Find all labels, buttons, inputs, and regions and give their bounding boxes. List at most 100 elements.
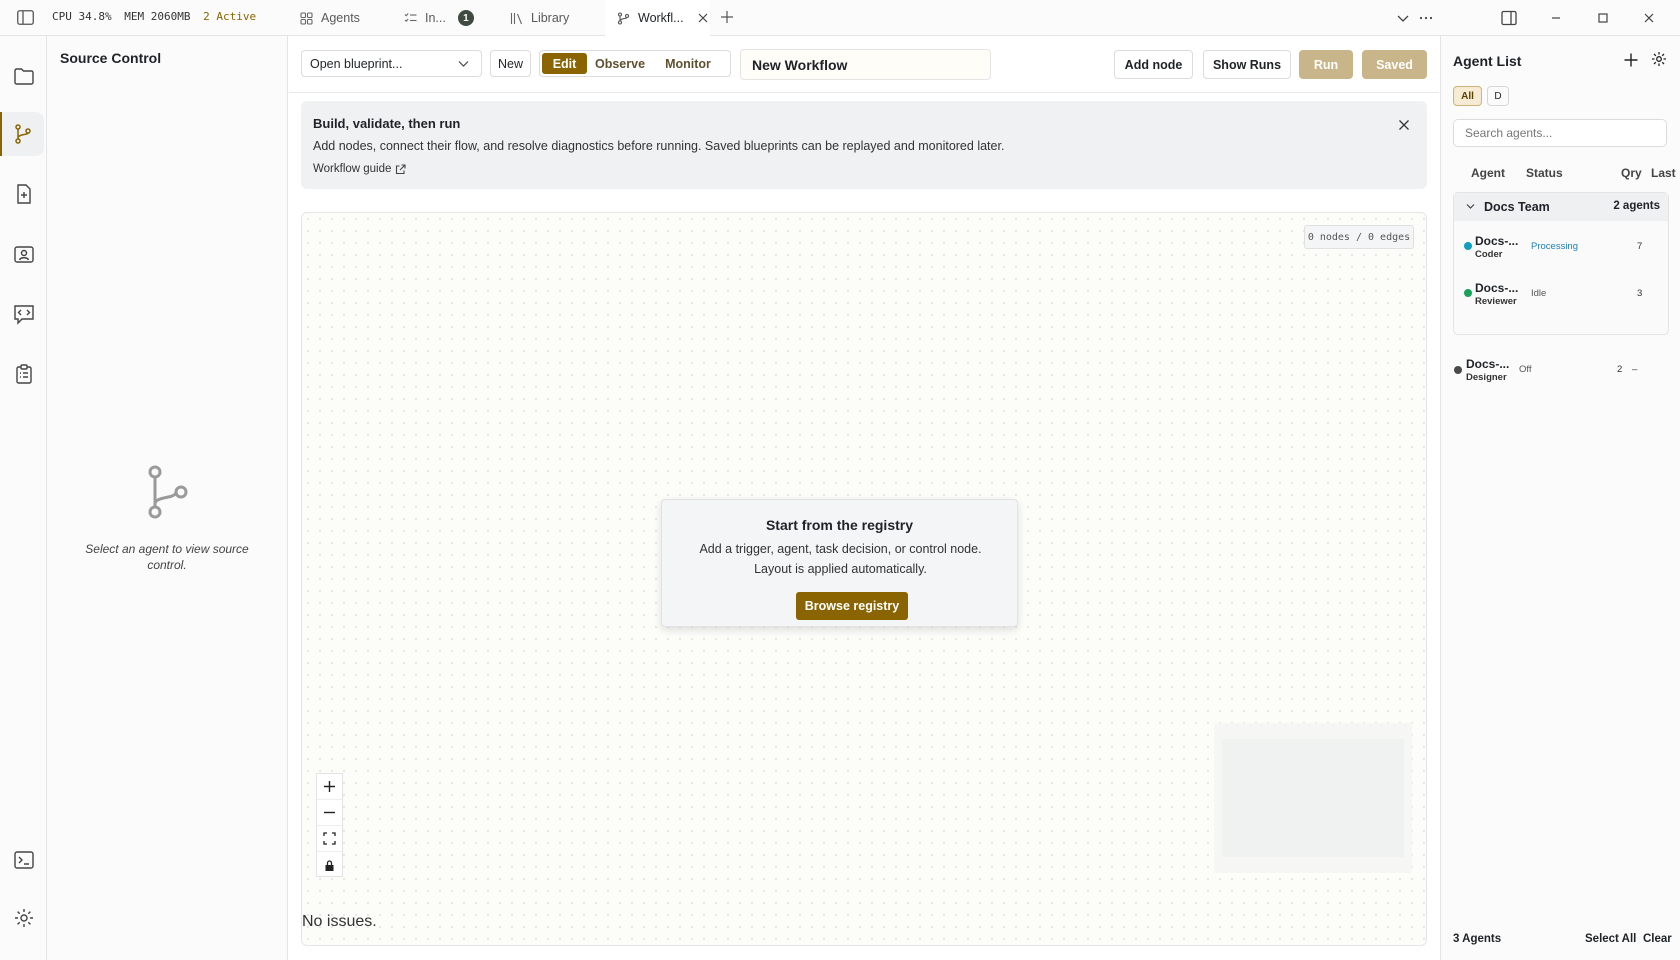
tab-library[interactable]: Library: [510, 0, 605, 36]
close-window-icon[interactable]: [1641, 10, 1657, 26]
tab-workflow[interactable]: Workfl...: [605, 0, 710, 36]
title-bar: CPU 34.8% MEM 2060MB 2 Active Agents In.…: [0, 0, 1680, 36]
column-agent[interactable]: Agent: [1471, 166, 1505, 180]
clear-button[interactable]: Clear: [1643, 933, 1672, 945]
grid-icon: [300, 11, 313, 25]
close-icon[interactable]: [1398, 119, 1410, 131]
empty-state-text: Select an agent to view source control.: [85, 542, 249, 572]
settings-button[interactable]: [0, 896, 47, 940]
documents-button[interactable]: [0, 172, 47, 216]
activity-bar: [0, 36, 47, 960]
document-add-icon: [16, 184, 31, 204]
mode-edit-button[interactable]: Edit: [542, 53, 587, 74]
agent-name: Docs-...: [1475, 281, 1519, 295]
gear-icon[interactable]: [1651, 51, 1667, 67]
explorer-button[interactable]: [0, 54, 47, 98]
column-qry[interactable]: Qry: [1621, 166, 1642, 180]
diagnostics-status: No issues.: [302, 913, 377, 930]
more-icon[interactable]: [1418, 10, 1434, 26]
workflow-name-input[interactable]: New Workflow: [740, 49, 991, 80]
filter-d[interactable]: D: [1487, 86, 1509, 106]
right-panel-toggle-icon[interactable]: [1501, 10, 1517, 26]
status-dot: [1464, 289, 1472, 297]
agent-queries: 7: [1637, 241, 1643, 252]
cpu-stat: CPU 34.8%: [52, 10, 112, 23]
clipboard-icon: [15, 364, 32, 384]
active-count: 2 Active: [203, 10, 257, 23]
terminal-icon: [13, 851, 34, 869]
fit-view-icon: [323, 832, 336, 845]
chevron-down-icon[interactable]: [1395, 10, 1411, 26]
minimize-icon[interactable]: [1548, 10, 1564, 26]
workflow-guide-link[interactable]: Workflow guide: [313, 163, 406, 175]
zoom-in-button[interactable]: [317, 774, 342, 800]
filter-all[interactable]: All: [1453, 86, 1482, 106]
new-blueprint-button[interactable]: New: [490, 50, 531, 77]
agent-status: Idle: [1531, 288, 1547, 299]
agent-role: Coder: [1475, 249, 1503, 260]
agent-queries: 3: [1637, 288, 1643, 299]
empty-state-card: Start from the registry Add a trigger, a…: [661, 499, 1018, 627]
tab-label: Agents: [321, 11, 360, 25]
sidebar-toggle-icon[interactable]: [17, 10, 34, 25]
info-banner: Build, validate, then run Add nodes, con…: [301, 101, 1427, 189]
code-chat-icon: [13, 305, 34, 325]
source-control-panel: Source Control Select an agent to view s…: [47, 36, 288, 960]
close-tab-icon[interactable]: [698, 13, 708, 23]
add-tab-icon[interactable]: [720, 10, 734, 24]
status-dot: [1464, 242, 1472, 250]
add-node-button[interactable]: Add node: [1114, 50, 1193, 79]
select-all-button[interactable]: Select All: [1585, 933, 1636, 945]
editor-toolbar: Open blueprint... New Edit Observe Monit…: [289, 36, 1439, 93]
tasks-button[interactable]: [0, 352, 47, 396]
agent-last: –: [1632, 364, 1638, 375]
mode-observe-button[interactable]: Observe: [590, 53, 650, 74]
lock-button[interactable]: [317, 852, 342, 878]
group-header[interactable]: Docs Team 2 agents: [1454, 193, 1668, 221]
tab-inbox[interactable]: In... 1: [404, 0, 504, 36]
blueprint-select[interactable]: Open blueprint...: [301, 50, 482, 77]
mode-monitor-button[interactable]: Monitor: [653, 53, 723, 74]
tab-label: In...: [425, 11, 446, 25]
minimap[interactable]: [1214, 723, 1412, 873]
mem-stat: MEM 2060MB: [124, 10, 191, 23]
panel-title: Agent List: [1453, 53, 1522, 69]
agent-row[interactable]: Docs-... Designer Off 2 –: [1441, 352, 1680, 392]
column-status[interactable]: Status: [1526, 166, 1563, 180]
agent-row[interactable]: Docs-... Reviewer Idle 3: [1454, 276, 1680, 316]
terminal-button[interactable]: [0, 838, 47, 882]
run-button[interactable]: Run: [1299, 50, 1353, 79]
browse-registry-button[interactable]: Browse registry: [796, 592, 908, 620]
source-control-button[interactable]: [0, 112, 44, 156]
agent-name: Docs-...: [1466, 357, 1510, 371]
mode-switcher: Edit Observe Monitor: [539, 50, 731, 77]
contacts-button[interactable]: [0, 232, 47, 276]
tab-label: Library: [531, 11, 570, 25]
blueprint-select-value: Open blueprint...: [310, 56, 403, 71]
branch-icon: [617, 11, 630, 25]
agent-row[interactable]: Docs-... Coder Processing 7: [1454, 229, 1680, 269]
add-agent-icon[interactable]: [1623, 52, 1639, 68]
agent-role: Designer: [1466, 372, 1507, 383]
saved-button[interactable]: Saved: [1362, 50, 1427, 79]
code-review-button[interactable]: [0, 292, 47, 336]
empty-state-description: Add a trigger, agent, task decision, or …: [699, 542, 982, 576]
agent-status: Processing: [1531, 241, 1578, 252]
zoom-out-button[interactable]: [317, 800, 342, 826]
lock-icon: [325, 859, 334, 871]
maximize-icon[interactable]: [1595, 10, 1611, 26]
fit-view-button[interactable]: [317, 826, 342, 852]
show-runs-button[interactable]: Show Runs: [1203, 50, 1291, 79]
column-last[interactable]: Last: [1651, 166, 1676, 180]
search-input[interactable]: Search agents...: [1453, 119, 1667, 147]
library-icon: [510, 12, 523, 24]
workflow-canvas[interactable]: 0 nodes / 0 edges Start from the registr…: [301, 212, 1427, 946]
agent-list-panel: Agent List All D Search agents... Agent …: [1440, 36, 1680, 960]
agent-status: Off: [1519, 364, 1532, 375]
tab-agents[interactable]: Agents: [298, 0, 398, 36]
agent-group: Docs Team 2 agents Docs-... Coder Proces…: [1453, 192, 1669, 335]
node-edge-counter: 0 nodes / 0 edges: [1304, 225, 1414, 249]
chevron-down-icon: [1466, 204, 1475, 209]
chevron-down-icon: [458, 61, 469, 67]
minimap-viewport: [1222, 739, 1404, 857]
